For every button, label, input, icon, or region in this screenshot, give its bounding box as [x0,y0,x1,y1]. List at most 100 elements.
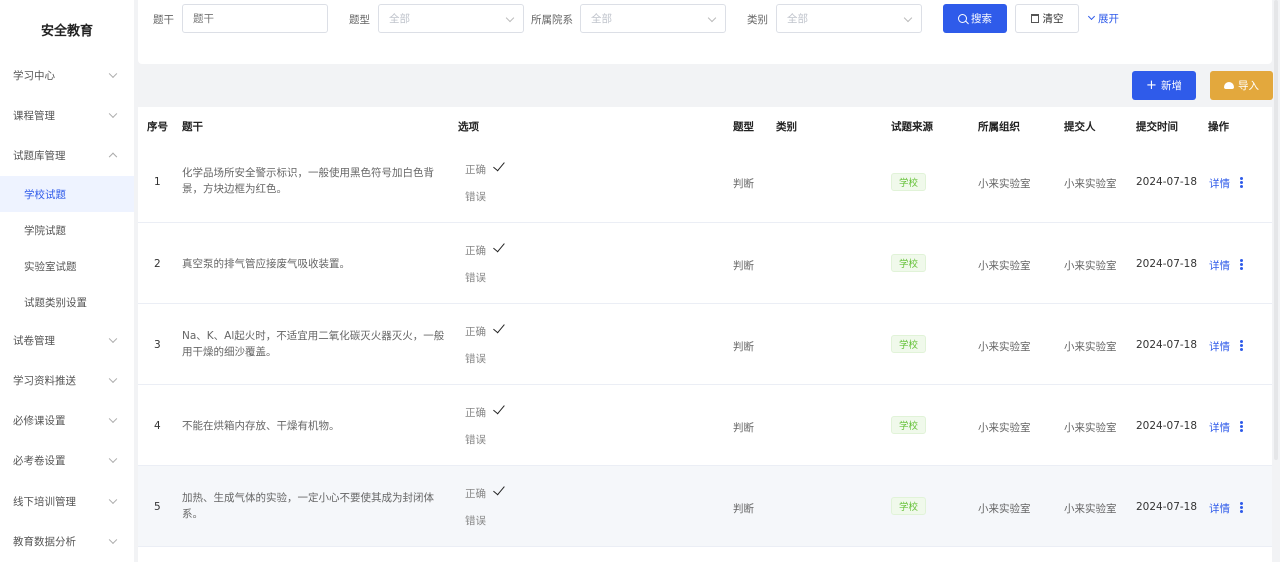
college-filter-value: 全部 [591,13,612,25]
sidebar-item-label: 实验室试题 [24,260,77,273]
plus-icon: + [1146,78,1157,93]
stem-filter-input[interactable] [182,4,328,33]
search-button[interactable]: 搜索 [943,4,1007,33]
type-filter-value: 全部 [389,13,410,25]
checkmark-icon [493,483,505,496]
chevron-down-icon [108,414,118,424]
row-seq: 1 [154,176,161,188]
option-label: 正确 [465,488,486,500]
sidebar-item-label: 必考卷设置 [13,454,66,467]
sidebar-item-question-bank[interactable]: 试题库管理 [0,137,134,173]
sidebar-item-study-center[interactable]: 学习中心 [0,57,134,93]
chevron-up-icon [108,152,118,162]
row-stem: Na、K、Al起火时，不适宜用二氧化碳灭火器灭火，一般用干燥的细沙覆盖。 [182,330,445,358]
search-button-label: 搜索 [971,13,992,25]
row-seq: 3 [154,339,161,351]
row-date: 2024-07-18 [1136,420,1198,432]
table-header: 序号 题干 选项 题型 类别 试题来源 所属组织 提交人 提交时间 操作 [138,107,1272,143]
category-filter-value: 全部 [787,13,808,25]
sidebar-item-label: 试卷管理 [13,334,55,347]
row-org: 小来实验室 [978,260,1031,272]
sidebar-item-label: 教育数据分析 [13,535,76,548]
sidebar-item-label: 学习中心 [13,69,55,82]
sidebar-item-education-analytics[interactable]: 教育数据分析 [0,523,134,559]
sidebar-item-course-management[interactable]: 课程管理 [0,97,134,133]
detail-link[interactable]: 详情 [1209,258,1230,273]
import-button[interactable]: 导入 [1210,71,1273,100]
option-wrong: 错误 [465,515,486,527]
row-org: 小来实验室 [978,503,1031,515]
option-wrong: 错误 [465,272,486,284]
add-button-label: 新增 [1160,80,1182,92]
option-correct: 正确 [465,240,505,258]
sidebar-item-label: 线下培训管理 [13,495,76,508]
detail-link[interactable]: 详情 [1209,420,1230,435]
column-header: 所属组织 [978,121,1020,133]
column-header: 序号 [147,121,168,133]
brand-title: 安全教育 [40,23,93,39]
more-options-icon[interactable] [1240,259,1243,270]
college-filter-label: 所属院系 [531,14,573,26]
sidebar-item-offline-training[interactable]: 线下培训管理 [0,483,134,519]
more-options-icon[interactable] [1240,340,1243,351]
sidebar-item-material-push[interactable]: 学习资料推送 [0,362,134,398]
table-row: 4 不能在烘箱内存放、干燥有机物。 正确 错误 判断 学校 小来实验室 小来实验… [138,385,1272,466]
sidebar-item-label: 试题类别设置 [24,296,87,309]
page-scrollbar[interactable] [1274,0,1278,460]
sidebar-item-lab-questions[interactable]: 实验室试题 [0,248,134,284]
sidebar-item-required-course-settings[interactable]: 必修课设置 [0,402,134,438]
option-label: 正确 [465,407,486,419]
more-options-icon[interactable] [1240,502,1243,513]
trash-icon [1030,14,1039,23]
sidebar-item-exam-paper-management[interactable]: 试卷管理 [0,322,134,358]
detail-link[interactable]: 详情 [1209,339,1230,354]
row-date: 2024-07-18 [1136,258,1198,270]
sidebar-item-question-category-settings[interactable]: 试题类别设置 [0,284,134,320]
cloud-upload-icon [1224,82,1234,89]
option-correct: 正确 [465,483,505,501]
row-stem: 化学品场所安全警示标识，一般使用黑色符号加白色背景，方块边框为红色。 [182,167,434,195]
detail-link[interactable]: 详情 [1209,501,1230,516]
sidebar-item-label: 必修课设置 [13,414,66,427]
more-options-icon[interactable] [1240,421,1243,432]
more-options-icon[interactable] [1240,177,1243,188]
sidebar-item-required-exam-settings[interactable]: 必考卷设置 [0,442,134,478]
row-date: 2024-07-18 [1136,339,1198,351]
checkmark-icon [493,159,505,172]
college-filter-select[interactable]: 全部 [580,4,726,33]
source-badge: 学校 [891,416,927,434]
expand-button[interactable]: 展开 [1084,4,1124,33]
option-correct: 正确 [465,159,505,177]
row-stem: 加热、生成气体的实验，一定小心不要使其成为封闭体系。 [182,492,434,520]
chevron-down-icon [108,535,118,545]
chevron-down-icon [108,374,118,384]
row-type: 判断 [733,260,754,272]
column-header: 题干 [182,121,203,133]
row-stem: 不能在烘箱内存放、干燥有机物。 [182,420,340,432]
clear-button[interactable]: 清空 [1015,4,1079,33]
option-wrong: 错误 [465,191,486,203]
row-org: 小来实验室 [978,341,1031,353]
table-row: 1 化学品场所安全警示标识，一般使用黑色符号加白色背景，方块边框为红色。 正确 … [138,142,1272,223]
category-filter-select[interactable]: 全部 [776,4,922,33]
column-header: 提交时间 [1136,121,1178,133]
source-badge: 学校 [891,335,927,353]
sidebar-item-college-questions[interactable]: 学院试题 [0,212,134,248]
sidebar-item-label: 试题库管理 [13,149,66,162]
source-badge: 学校 [891,254,927,272]
table-row: 3 Na、K、Al起火时，不适宜用二氧化碳灭火器灭火，一般用干燥的细沙覆盖。 正… [138,304,1272,385]
option-label: 正确 [465,326,486,338]
row-org: 小来实验室 [978,422,1031,434]
row-submitter: 小来实验室 [1064,422,1117,434]
add-button[interactable]: + 新增 [1132,71,1196,100]
import-button-label: 导入 [1238,80,1259,92]
sidebar-item-label: 课程管理 [13,109,55,122]
source-badge: 学校 [891,497,927,515]
checkmark-icon [493,321,505,334]
column-header: 选项 [458,121,479,133]
row-seq: 4 [154,420,161,432]
option-correct: 正确 [465,402,505,420]
sidebar-item-school-questions[interactable]: 学校试题 [0,176,134,212]
type-filter-select[interactable]: 全部 [378,4,524,33]
detail-link[interactable]: 详情 [1209,176,1230,191]
